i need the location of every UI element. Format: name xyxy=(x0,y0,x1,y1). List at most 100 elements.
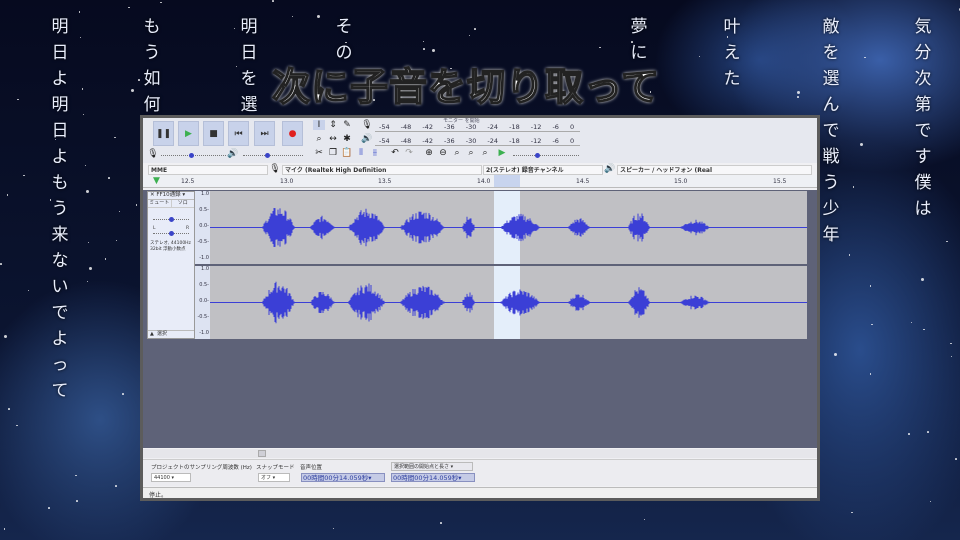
snap-mode-select[interactable]: オフ ▾ xyxy=(258,473,290,482)
ruler-tick: 14.0 xyxy=(477,178,491,185)
stop-button[interactable]: ■ xyxy=(203,121,224,146)
star xyxy=(797,96,799,98)
snap-mode-value: オフ xyxy=(261,475,272,481)
selection-start-field[interactable]: 00時間00分14.059秒▾ xyxy=(391,473,475,482)
draw-tool-icon[interactable]: ✎ xyxy=(341,120,353,130)
track-control-panel[interactable]: ✕ FF10通録 ▾ ミュート ソロ L R ステレオ, 44100Hz 32b… xyxy=(147,191,195,339)
status-text: 停止。 xyxy=(149,492,168,499)
scale-tick: 1.0 xyxy=(201,266,209,272)
cut-icon[interactable]: ✂ xyxy=(313,148,325,158)
gain-slider[interactable] xyxy=(153,217,189,222)
fit-project-icon[interactable]: ⌕ xyxy=(465,148,477,158)
horizontal-scrollbar[interactable] xyxy=(143,449,817,458)
star xyxy=(852,186,855,188)
star xyxy=(138,79,140,81)
star xyxy=(910,321,913,324)
speaker-icon[interactable]: 🔊 xyxy=(361,134,373,144)
zoom-in-icon[interactable]: ⊕ xyxy=(423,148,435,158)
track-info: ステレオ, 44100Hz 32bit 浮動小数点 xyxy=(150,241,191,252)
undo-icon[interactable]: ↶ xyxy=(389,148,401,158)
skip-to-end-button[interactable]: ⏭ xyxy=(254,121,275,146)
trim-icon[interactable]: ⫴ xyxy=(355,148,367,158)
monitor-label[interactable]: モニター を開始 xyxy=(443,118,480,124)
mic-volume-icon: 🎙 xyxy=(147,149,159,159)
star xyxy=(3,528,6,530)
star xyxy=(797,91,801,95)
record-volume-slider[interactable] xyxy=(161,153,226,158)
selection-mode-value: 選択範囲の開始点と長さ xyxy=(394,464,450,470)
time-shift-tool-icon[interactable]: ↔ xyxy=(327,134,339,144)
star xyxy=(122,393,124,395)
star xyxy=(0,263,2,265)
selection-tool-icon[interactable]: I xyxy=(313,120,325,130)
audio-position-label: 音声位置 xyxy=(300,465,323,471)
audio-host-select[interactable]: MME xyxy=(148,165,268,175)
star xyxy=(85,190,89,194)
pause-button[interactable]: ❚❚ xyxy=(153,121,174,146)
scale-tick: 0.0- xyxy=(199,223,209,229)
star xyxy=(851,511,853,514)
recording-device-select[interactable]: マイク (Realtek High Definition xyxy=(282,165,482,175)
lyric-column: 叶えた xyxy=(723,17,741,89)
project-rate-value: 44100 xyxy=(154,475,170,481)
zoom-out-icon[interactable]: ⊖ xyxy=(437,148,449,158)
star xyxy=(860,142,864,146)
microphone-icon[interactable]: 🎙 xyxy=(361,120,373,130)
scale-tick: -1.0 xyxy=(199,255,209,261)
vertical-scale: 1.0 0.5- 0.0- -0.5- -1.0 xyxy=(195,266,210,339)
zoom-toggle-icon[interactable]: ⌕ xyxy=(479,148,491,158)
scale-tick: -0.5- xyxy=(197,239,209,245)
lyric-column: 気分次第です僕は xyxy=(914,17,932,219)
pan-slider[interactable] xyxy=(153,231,189,236)
solo-button[interactable]: ソロ xyxy=(172,200,195,207)
scrollbar-thumb[interactable] xyxy=(258,450,266,457)
copy-icon[interactable]: ❐ xyxy=(327,148,339,158)
fit-selection-icon[interactable]: ⌕ xyxy=(451,148,463,158)
star xyxy=(291,15,294,18)
scale-tick: -1.0 xyxy=(199,330,209,336)
playback-meter[interactable]: -54 -48 -42 -36 -30 -24 -18 -12 -6 0 xyxy=(375,132,580,146)
play-at-speed-icon[interactable]: ▶ xyxy=(496,148,508,158)
scale-tick: 0.5- xyxy=(199,282,209,288)
track-name-menu[interactable]: ✕ FF10通録 ▾ xyxy=(148,192,194,200)
mute-button[interactable]: ミュート xyxy=(148,200,172,207)
project-rate-select[interactable]: 44100 ▾ xyxy=(151,473,191,482)
playback-device-select[interactable]: スピーカー / ヘッドフォン (Real xyxy=(617,165,812,175)
record-button[interactable]: ● xyxy=(282,121,303,146)
star xyxy=(135,204,138,206)
track-select-button[interactable]: ▲ 選択 xyxy=(148,330,194,338)
star xyxy=(908,433,910,435)
star xyxy=(8,408,10,410)
selection-mode-select[interactable]: 選択範囲の開始点と長さ ▾ xyxy=(391,462,473,471)
timeline-ruler[interactable]: ▼ 12.5 13.0 13.5 14.0 14.5 15.0 15.5 xyxy=(143,175,817,188)
playback-volume-slider[interactable] xyxy=(243,153,303,158)
tracks-area[interactable]: ✕ FF10通録 ▾ ミュート ソロ L R ステレオ, 44100Hz 32b… xyxy=(143,190,817,448)
skip-to-start-button[interactable]: ⏮ xyxy=(228,121,249,146)
star xyxy=(643,518,646,521)
waveform-right-channel[interactable] xyxy=(210,266,807,339)
star xyxy=(869,373,872,375)
star xyxy=(128,6,130,9)
star xyxy=(104,258,107,260)
silence-icon[interactable]: ⫵ xyxy=(369,148,381,158)
star xyxy=(422,40,425,43)
timeline-options-icon[interactable]: ▼ xyxy=(153,176,160,186)
zoom-tool-icon[interactable]: ⌕ xyxy=(313,134,325,144)
star xyxy=(79,36,82,39)
project-rate-label: プロジェクトのサンプリング周波数 (Hz) xyxy=(151,465,252,471)
scale-tick: 1.0 xyxy=(201,191,209,197)
audio-position-field[interactable]: 00時間00分14.059秒▾ xyxy=(301,473,385,482)
multi-tool-icon[interactable]: ✱ xyxy=(341,134,353,144)
play-button[interactable]: ▶ xyxy=(178,121,199,146)
redo-icon[interactable]: ↷ xyxy=(403,148,415,158)
pan-left-label: L xyxy=(153,226,156,231)
star xyxy=(927,431,929,433)
star xyxy=(88,267,92,271)
ruler-selection xyxy=(494,175,520,187)
recording-channels-select[interactable]: 2(ステレオ) 録音チャンネル xyxy=(483,165,603,175)
play-speed-slider[interactable] xyxy=(513,153,579,158)
envelope-tool-icon[interactable]: ⇕ xyxy=(327,120,339,130)
paste-icon[interactable]: 📋 xyxy=(341,148,353,158)
waveform-left-channel[interactable] xyxy=(210,191,807,264)
star xyxy=(272,0,274,2)
